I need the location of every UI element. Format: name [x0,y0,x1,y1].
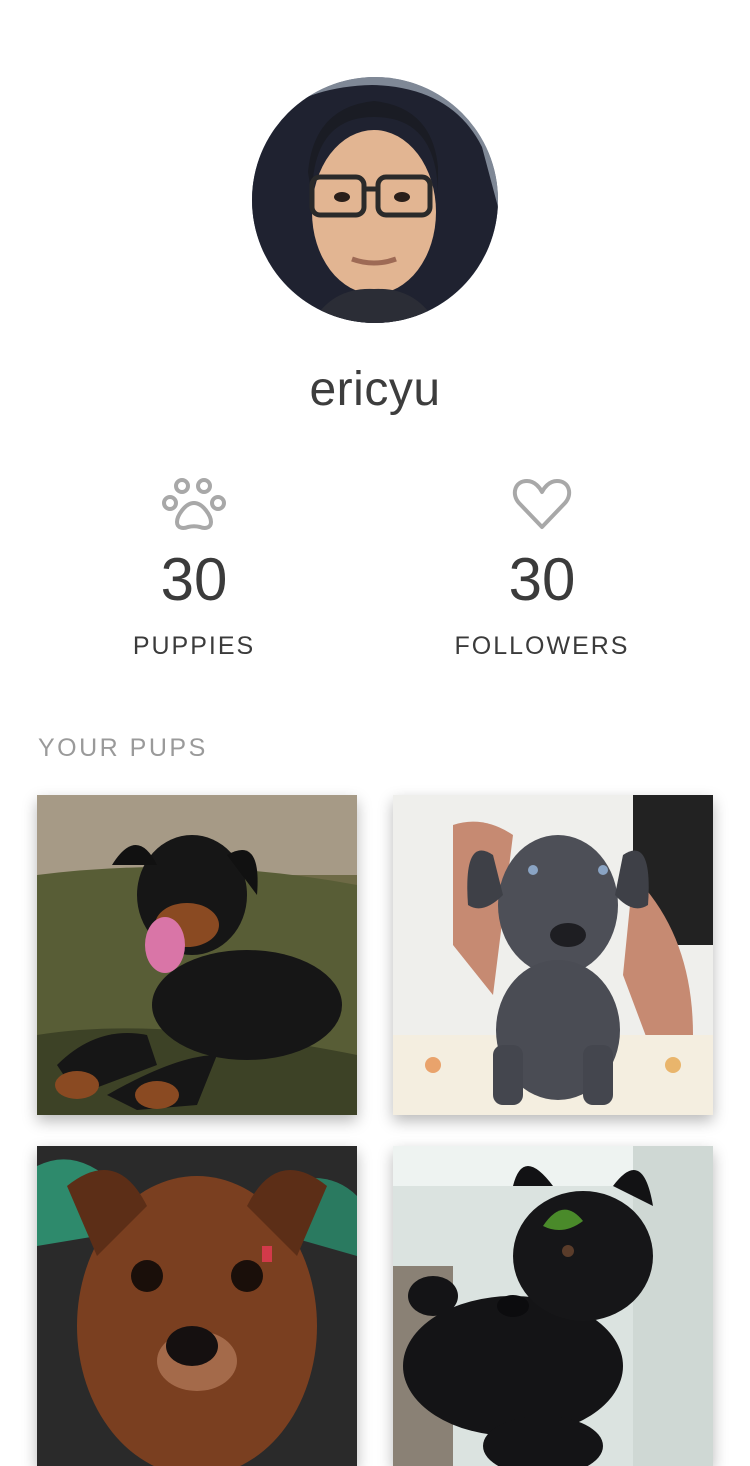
pup-tile[interactable] [37,1146,357,1466]
puppies-count: 30 [160,546,228,613]
profile-photo [252,77,498,323]
pup-tile[interactable] [37,795,357,1115]
heart-icon [509,476,575,532]
paw-icon [161,476,227,532]
brown-puppy-photo [37,1146,357,1466]
puppies-label: PUPPIES [132,632,256,660]
rottweiler-puppy-photo [37,795,357,1115]
pup-tile[interactable] [393,1146,713,1466]
your-pups-heading: YOUR PUPS [38,734,208,762]
stat-puppies[interactable]: 30 PUPPIES [44,476,344,661]
username: ericyu [309,363,441,416]
followers-label: FOLLOWERS [454,632,630,660]
pup-tile[interactable] [393,795,713,1115]
black-shepherd-puppy-photo [393,1146,713,1466]
stat-followers[interactable]: 30 FOLLOWERS [392,476,692,661]
avatar[interactable] [252,77,498,323]
followers-count: 30 [508,546,576,613]
grey-labrador-puppy-photo [393,795,713,1115]
